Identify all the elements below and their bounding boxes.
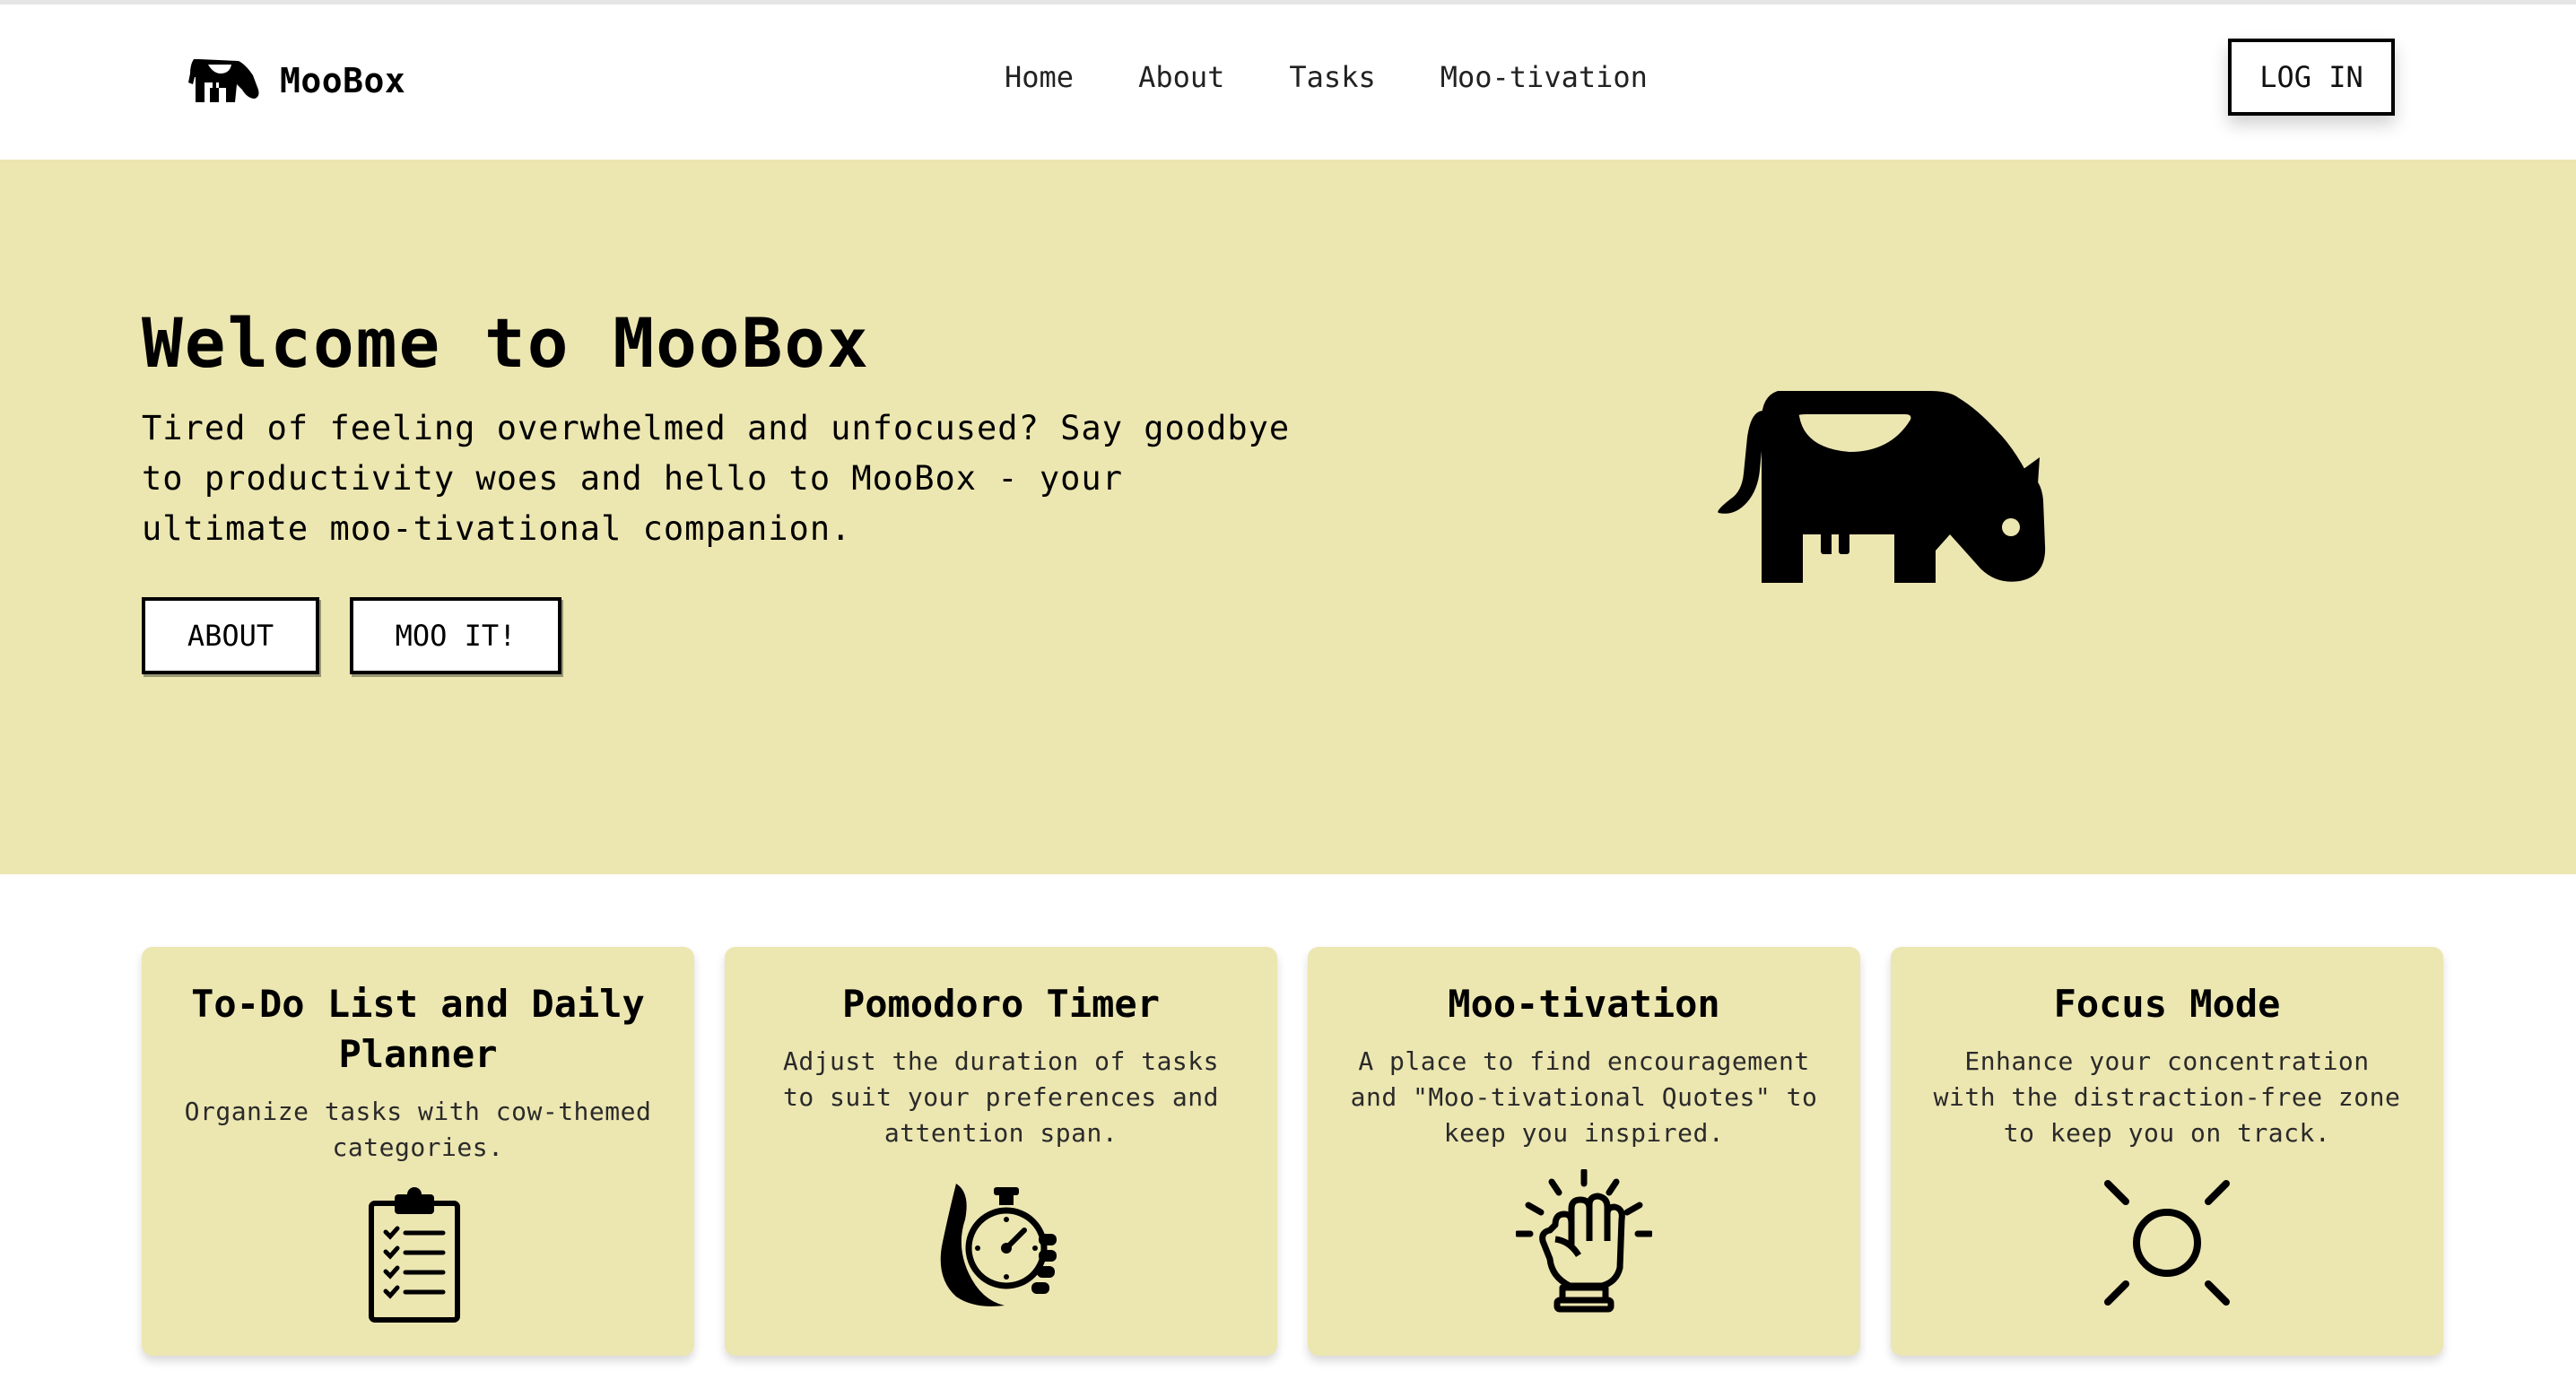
hero-text: Tired of feeling overwhelmed and unfocus… bbox=[142, 409, 1291, 548]
stopwatch-hand-icon bbox=[940, 1184, 1057, 1306]
hero-buttons: ABOUT MOO IT! bbox=[142, 597, 592, 674]
card-title: Pomodoro Timer bbox=[841, 982, 1160, 1026]
raised-fist-icon bbox=[1516, 1169, 1652, 1313]
sun-focus-icon bbox=[2104, 1180, 2230, 1306]
clipboard-checklist-icon bbox=[369, 1187, 460, 1323]
feature-card-todo[interactable]: To-Do List and Daily Planner Organize ta… bbox=[142, 947, 694, 1356]
cow-illustration-icon bbox=[1718, 391, 2046, 583]
nav-link-tasks[interactable]: Tasks bbox=[1289, 60, 1375, 94]
feature-card-mootivation[interactable]: Moo-tivation A place to find encourageme… bbox=[1308, 947, 1860, 1356]
card-description: A place to find encouragement and "Moo-t… bbox=[1350, 1046, 1818, 1148]
nav-link-about[interactable]: About bbox=[1138, 60, 1224, 94]
feature-cards: To-Do List and Daily Planner Organize ta… bbox=[142, 947, 2443, 1356]
card-title: To-Do List and Daily Planner bbox=[191, 982, 645, 1076]
brand[interactable]: MooBox bbox=[187, 54, 405, 108]
card-description: Enhance your concentration with the dist… bbox=[1933, 1046, 2401, 1148]
navbar: MooBox Home About Tasks Moo-tivation LOG… bbox=[0, 4, 2576, 160]
nav-links: Home About Tasks Moo-tivation bbox=[1005, 60, 1712, 94]
cow-logo-icon bbox=[188, 59, 259, 102]
card-title: Moo-tivation bbox=[1448, 982, 1720, 1026]
login-button[interactable]: LOG IN bbox=[2228, 39, 2395, 116]
brand-name: MooBox bbox=[280, 61, 406, 100]
moo-it-button[interactable]: MOO IT! bbox=[350, 597, 561, 674]
feature-card-focus[interactable]: Focus Mode Enhance your concentration wi… bbox=[1891, 947, 2443, 1356]
feature-card-pomodoro[interactable]: Pomodoro Timer Adjust the duration of ta… bbox=[725, 947, 1277, 1356]
hero-title: Welcome to MooBox bbox=[142, 303, 870, 383]
card-title: Focus Mode bbox=[2053, 982, 2281, 1026]
card-description: Organize tasks with cow-themed categorie… bbox=[184, 1097, 652, 1162]
nav-link-home[interactable]: Home bbox=[1005, 60, 1074, 94]
card-description: Adjust the duration of tasks to suit you… bbox=[782, 1046, 1219, 1148]
nav-link-mootivation[interactable]: Moo-tivation bbox=[1440, 60, 1648, 94]
hero-section: Welcome to MooBox Tired of feeling overw… bbox=[0, 160, 2576, 874]
about-button[interactable]: ABOUT bbox=[142, 597, 319, 674]
